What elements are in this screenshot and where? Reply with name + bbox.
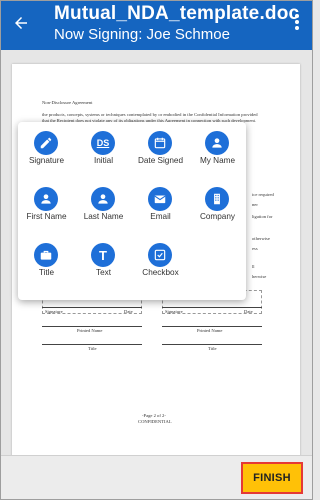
doc-text-fragment: ligation for bbox=[252, 214, 273, 219]
initials-icon: DS bbox=[91, 131, 115, 155]
doc-text-fragment: herwise bbox=[252, 274, 267, 279]
field-text[interactable]: T Text bbox=[75, 234, 132, 289]
printed-name-line bbox=[162, 326, 262, 327]
document-title: Mutual_NDA_template.doc bbox=[54, 3, 300, 24]
title-line bbox=[162, 344, 262, 345]
printed-name-label: Printed Name bbox=[77, 328, 103, 333]
person-badge-icon bbox=[34, 187, 58, 211]
doc-text-fragment: otherwise bbox=[252, 236, 270, 241]
field-label: Checkbox bbox=[142, 268, 179, 277]
app-bar: Mutual_NDA_template.doc Now Signing: Joe… bbox=[0, 0, 313, 50]
briefcase-icon bbox=[34, 243, 58, 267]
title-line bbox=[42, 344, 142, 345]
date-label: Date bbox=[124, 309, 133, 314]
text-glyph: T bbox=[99, 247, 107, 263]
field-label: My Name bbox=[199, 156, 236, 165]
title-label: Title bbox=[208, 346, 217, 351]
title-label: Title bbox=[88, 346, 97, 351]
field-signature[interactable]: Signature bbox=[18, 122, 75, 177]
field-first-name[interactable]: First Name bbox=[18, 178, 75, 233]
more-vert-icon bbox=[295, 14, 299, 30]
field-label: Signature bbox=[28, 156, 65, 165]
calendar-icon bbox=[148, 131, 172, 155]
doc-text-fragment: ice required bbox=[252, 192, 274, 197]
text-t-icon: T bbox=[91, 243, 115, 267]
doc-heading: Non-Disclosure Agreement bbox=[42, 100, 93, 105]
initials-glyph: DS bbox=[96, 138, 110, 148]
field-label: Last Name bbox=[83, 212, 124, 221]
field-title[interactable]: Title bbox=[18, 234, 75, 289]
field-my-name[interactable]: My Name bbox=[189, 122, 246, 177]
envelope-icon bbox=[148, 187, 172, 211]
field-label: Date Signed bbox=[137, 156, 184, 165]
person-icon bbox=[205, 131, 229, 155]
field-checkbox[interactable]: Checkbox bbox=[132, 234, 189, 289]
field-company[interactable]: Company bbox=[189, 178, 246, 233]
signature-line bbox=[162, 307, 262, 308]
finish-button[interactable]: FINISH bbox=[241, 462, 303, 494]
field-picker-popup: Signature DS Initial Date Signed My Name… bbox=[18, 122, 246, 300]
field-label: Email bbox=[150, 212, 171, 221]
person-badge-icon bbox=[91, 187, 115, 211]
confidential-footer: CONFIDENTIAL bbox=[138, 419, 172, 424]
field-initial[interactable]: DS Initial bbox=[75, 122, 132, 177]
pen-icon bbox=[34, 131, 58, 155]
field-label: Company bbox=[199, 212, 236, 221]
field-email[interactable]: Email bbox=[132, 178, 189, 233]
more-menu-button[interactable] bbox=[287, 9, 307, 35]
arrow-back-icon bbox=[15, 17, 27, 29]
field-label: Title bbox=[38, 268, 55, 277]
building-icon bbox=[205, 187, 229, 211]
printed-name-label: Printed Name bbox=[197, 328, 223, 333]
field-date-signed[interactable]: Date Signed bbox=[132, 122, 189, 177]
field-label: Initial bbox=[93, 156, 114, 165]
field-last-name[interactable]: Last Name bbox=[75, 178, 132, 233]
doc-text-fragment: ess bbox=[252, 246, 258, 251]
doc-text-fragment: ll bbox=[252, 264, 255, 269]
signing-status: Now Signing: Joe Schmoe bbox=[54, 26, 230, 43]
date-label: Date bbox=[244, 309, 253, 314]
printed-name-line bbox=[42, 326, 142, 327]
checkbox-icon bbox=[148, 243, 172, 267]
signature-line bbox=[42, 307, 142, 308]
signature-label: Signature bbox=[165, 309, 183, 314]
field-label: Text bbox=[95, 268, 111, 277]
field-label: First Name bbox=[26, 212, 67, 221]
back-button[interactable] bbox=[6, 8, 36, 38]
doc-text-fragment: ner bbox=[252, 202, 258, 207]
signature-label: Signature bbox=[45, 309, 63, 314]
